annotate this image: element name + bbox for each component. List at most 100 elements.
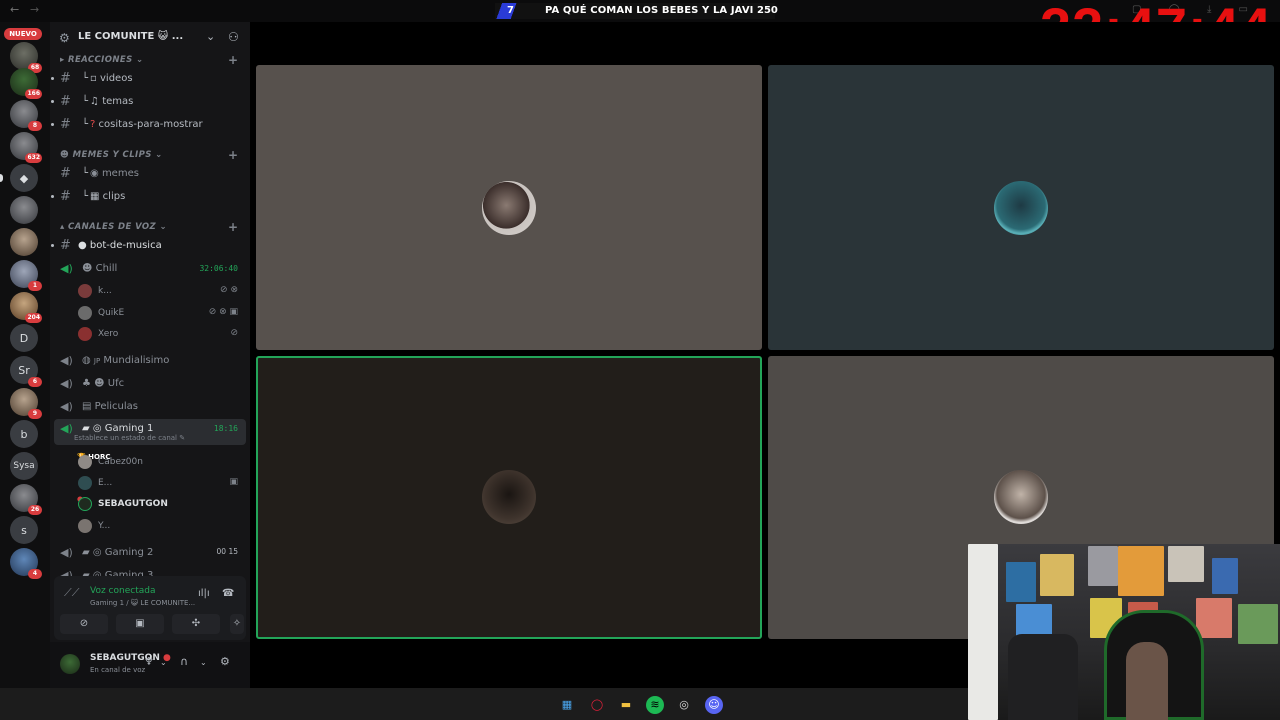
signal-icon[interactable]: ⟋⟋ (64, 586, 79, 600)
voice-user[interactable]: QuikE ⊘ ⊗ ▣ (74, 303, 244, 323)
voice-channel-mundialisimo[interactable]: ◀) ◍ JP Mundialisimo (54, 351, 246, 371)
chevron-down-icon[interactable]: ⌄ (160, 658, 167, 667)
stream-title-text: PA QUÉ COMAN LOS BEBES Y LA JAVI (545, 5, 754, 16)
avatar[interactable] (60, 654, 80, 674)
user-status: En canal de voz (90, 666, 146, 674)
window-light (968, 544, 998, 720)
voice-user[interactable]: Y... (74, 516, 244, 536)
channel-temas[interactable]: # └ ♫ temas (51, 92, 246, 112)
invite-people-icon[interactable]: ⚇ (228, 30, 239, 44)
voice-user[interactable]: Xero ⊘ (74, 324, 244, 344)
taskbar: ▦ ◯ ▬ ≋ ◎ ☺ (0, 688, 968, 720)
add-channel-icon[interactable]: + (228, 53, 238, 67)
voice-channel-gaming1[interactable]: ◀) ▰ ◎ Gaming 1 18:16 Establece un estado d… (54, 419, 246, 445)
noise-suppression-icon[interactable]: ıl|ı (198, 588, 210, 599)
obs-icon[interactable]: ◎ (675, 696, 693, 714)
streamer (1126, 642, 1168, 720)
forward-arrow-icon[interactable]: → (30, 3, 39, 16)
server-icon[interactable]: 68 (10, 42, 42, 73)
server-icon[interactable]: Sr 6 (10, 356, 42, 387)
server-rail: NUEVO 68 166 8 632 ◆ 1 204 D Sr 6 9 b Sys… (0, 22, 50, 688)
poster (1212, 558, 1238, 594)
participant-avatar (482, 470, 536, 524)
category-reacciones[interactable]: ▸ REACCIONES ⌄ + (60, 53, 238, 69)
voice-user[interactable]: SEBAGUTGON● (74, 494, 244, 514)
channel-sidebar: ⚙ LE COMUNITE 😺 ... ⌄ ⚇ ▸ REACCIONES ⌄ + … (50, 22, 250, 688)
microphone-icon[interactable]: ♆ (144, 655, 154, 668)
discord-icon[interactable]: ☺ (705, 696, 723, 714)
channel-memes[interactable]: # └ ◉ memes (54, 164, 246, 184)
add-channel-icon[interactable]: + (228, 220, 238, 234)
server-icon[interactable]: 204 (10, 292, 42, 323)
channel-cositas[interactable]: # └? cositas-para-mostrar (51, 115, 246, 135)
category-voz[interactable]: ▴ CANALES DE VOZ ⌄ + (60, 220, 238, 236)
participant-tile[interactable] (256, 65, 762, 350)
participant-avatar (994, 470, 1048, 524)
server-icon[interactable]: 26 (10, 484, 42, 515)
server-icon[interactable] (10, 228, 38, 256)
participant-tile-speaking[interactable] (256, 356, 762, 639)
server-icon[interactable]: ◆ (10, 164, 38, 192)
file-explorer-icon[interactable]: ▬ (617, 696, 635, 714)
disconnect-icon[interactable]: ☎ (222, 588, 234, 599)
activities-button[interactable]: ✣ (172, 614, 220, 634)
server-icon[interactable]: 8 (10, 100, 42, 131)
category-memes[interactable]: ☻ MEMES Y CLIPS ⌄ + (60, 148, 238, 164)
server-icon[interactable]: 166 (10, 68, 42, 99)
gaming-chair (1008, 634, 1078, 720)
server-icon[interactable]: Sysa (10, 452, 38, 480)
user-name[interactable]: SEBAGUTGON ● (90, 653, 171, 663)
opera-icon[interactable]: ◯ (588, 696, 606, 714)
server-icon[interactable]: 632 (10, 132, 42, 163)
participant-tile[interactable] (768, 65, 1274, 350)
voice-channel-chill[interactable]: ◀) ☻ Chill 32:06:40 (54, 259, 246, 279)
channel-clips[interactable]: # └ ▦ clips (51, 187, 246, 207)
windows-start-icon[interactable]: ▦ (558, 696, 576, 714)
spotify-icon[interactable]: ≋ (646, 696, 664, 714)
hash-icon: # (60, 94, 71, 109)
poster (1118, 546, 1164, 596)
back-arrow-icon[interactable]: ← (10, 3, 19, 16)
server-icon[interactable]: D (10, 324, 38, 352)
gear-icon[interactable]: ⚙ (59, 31, 70, 45)
chevron-down-icon[interactable]: ⌄ (200, 658, 207, 667)
channel-videos[interactable]: # └ ▫ videos (51, 69, 246, 89)
guild-header[interactable]: ⚙ LE COMUNITE 😺 ... ⌄ ⚇ (50, 22, 250, 54)
share-screen-button[interactable]: ▣ (116, 614, 164, 634)
voice-channel-ufc[interactable]: ◀) ♣ ☻ Ufc (54, 374, 246, 394)
server-icon[interactable]: b (10, 420, 38, 448)
channel-bot-de-musica[interactable]: # ● bot-de-musica (51, 236, 246, 256)
voice-connection-panel: ⟋⟋ Voz conectada Gaming 1 / 😺 LE COMUNIT… (54, 576, 246, 640)
poster (1006, 562, 1036, 602)
soundboard-button[interactable]: ✧ (230, 614, 244, 634)
participant-avatar (482, 181, 536, 235)
stream-number: 7 (507, 5, 514, 16)
voice-user[interactable]: E... ▣ (74, 473, 244, 493)
voice-user[interactable]: k... ⊘ ⊗ (74, 281, 244, 301)
server-icon[interactable]: 9 (10, 388, 42, 419)
hash-icon: # (60, 189, 71, 204)
nuevo-badge: NUEVO (4, 28, 42, 40)
stream-title-overlay: 7 PA QUÉ COMAN LOS BEBES Y LA JAVI 250 (495, 3, 778, 19)
server-icon[interactable] (10, 196, 38, 224)
webcam-overlay (968, 544, 1280, 720)
chevron-down-icon[interactable]: ⌄ (206, 30, 215, 43)
voice-channel-gaming2[interactable]: ◀) ▰ ◎ Gaming 2 00 15 (54, 543, 246, 563)
camera-off-button[interactable]: ⊘ (60, 614, 108, 634)
speaker-icon: ◀) (60, 354, 73, 367)
gear-icon[interactable]: ⚙ (220, 655, 230, 668)
add-channel-icon[interactable]: + (228, 148, 238, 162)
voice-channel-peliculas[interactable]: ◀) ▤ Peliculas (54, 397, 246, 417)
headphones-icon[interactable]: ∩ (180, 655, 188, 668)
voice-user[interactable]: Cabez00n🏆 HORC (74, 452, 244, 472)
server-icon[interactable]: 1 (10, 260, 42, 291)
poster (1238, 604, 1278, 644)
voice-location[interactable]: Gaming 1 / 😺 LE COMUNITE... (90, 599, 195, 607)
stream-count: 250 (757, 5, 778, 16)
poster (1196, 598, 1232, 638)
voice-connected-label[interactable]: Voz conectada (90, 586, 155, 596)
guild-name: LE COMUNITE 😺 ... (78, 31, 184, 42)
server-icon[interactable]: s (10, 516, 38, 544)
server-icon[interactable]: 4 (10, 548, 42, 579)
unread-pill (0, 174, 3, 182)
